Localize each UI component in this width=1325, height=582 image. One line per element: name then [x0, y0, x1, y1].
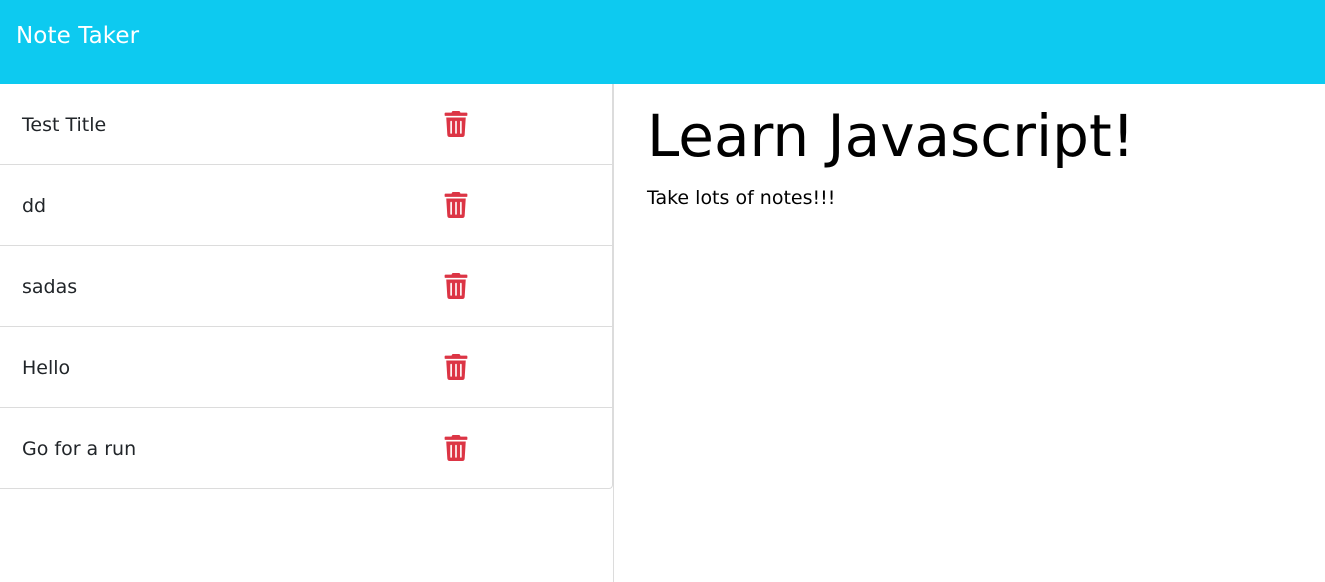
note-title[interactable]: dd: [22, 193, 46, 219]
trash-icon[interactable]: [443, 192, 469, 218]
trash-icon[interactable]: [443, 111, 469, 137]
sidebar: Test Title dd sadas Hello Go for a run: [0, 84, 614, 582]
note-list: Test Title dd sadas Hello Go for a run: [0, 84, 613, 489]
trash-icon[interactable]: [443, 354, 469, 380]
list-item[interactable]: dd: [0, 165, 612, 246]
list-item[interactable]: Go for a run: [0, 408, 612, 488]
note-title[interactable]: Go for a run: [22, 436, 136, 462]
note-title[interactable]: sadas: [22, 274, 77, 300]
list-item[interactable]: sadas: [0, 246, 612, 327]
note-viewer: Learn Javascript! Take lots of notes!!!: [647, 84, 1307, 211]
note-heading: Learn Javascript!: [647, 102, 1135, 170]
navbar: Note Taker: [0, 0, 1325, 84]
note-title[interactable]: Hello: [22, 355, 70, 381]
trash-icon[interactable]: [443, 435, 469, 461]
list-item[interactable]: Hello: [0, 327, 612, 408]
note-body: Take lots of notes!!!: [647, 187, 836, 209]
note-title[interactable]: Test Title: [22, 112, 106, 138]
trash-icon[interactable]: [443, 273, 469, 299]
brand-link[interactable]: Note Taker: [16, 21, 139, 51]
list-item[interactable]: Test Title: [0, 84, 612, 165]
